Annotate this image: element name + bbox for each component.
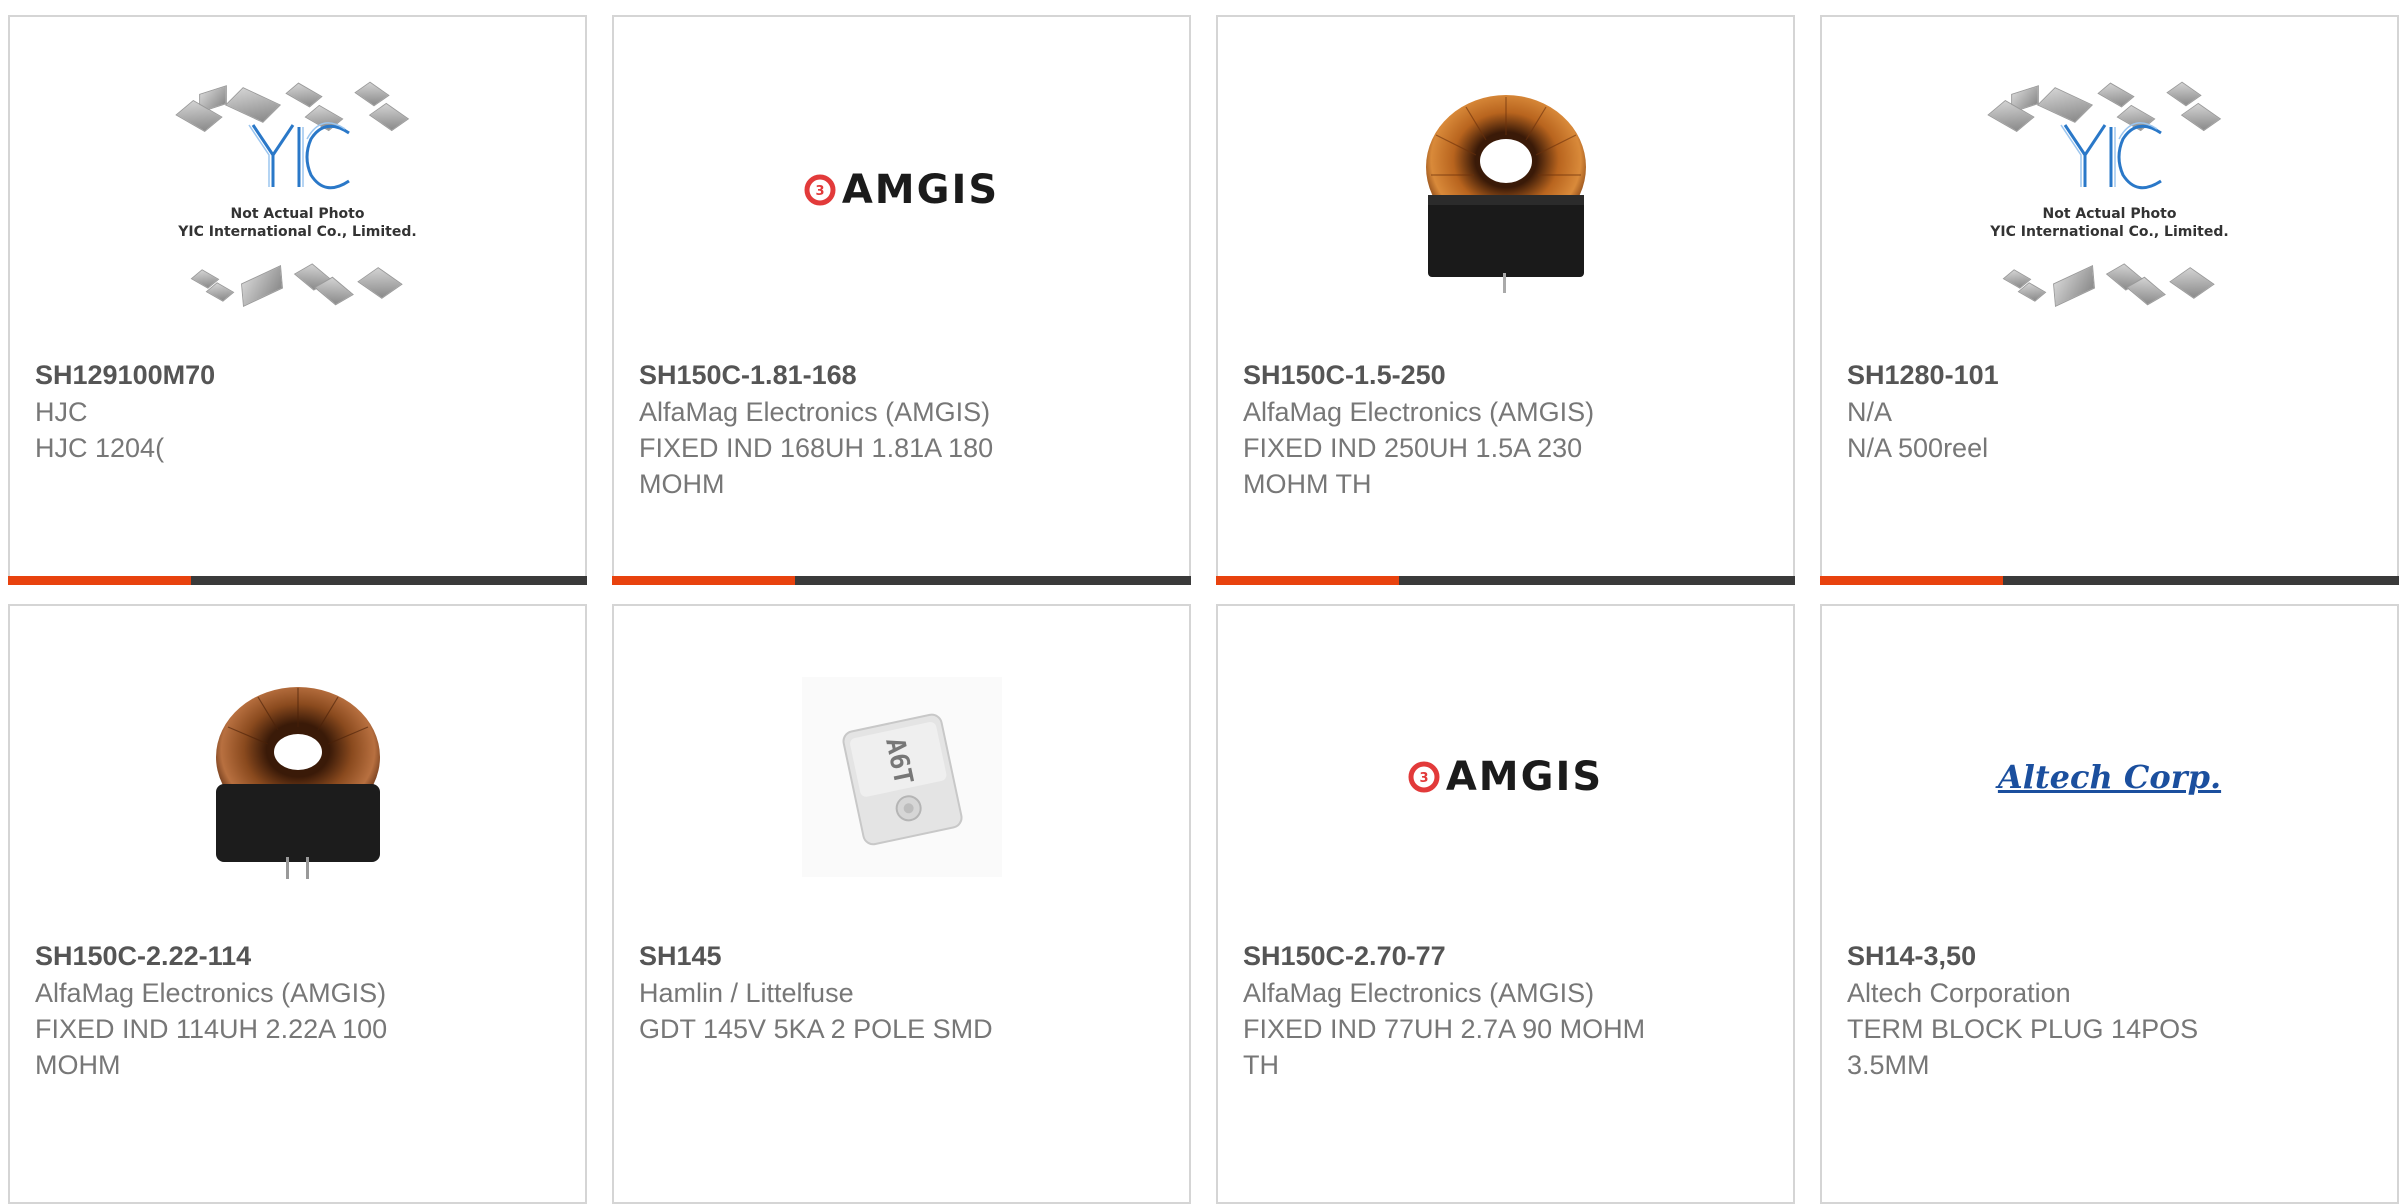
product-description: GDT 145V 5KA 2 POLE SMD (639, 1014, 993, 1044)
gdt-component-photo: A6T (801, 676, 1002, 877)
amgis-mark-icon: 3 (804, 174, 836, 205)
product-part-number[interactable]: SH1280-101 (1847, 357, 2367, 394)
product-description: N/A 500reel (1847, 433, 1989, 463)
product-part-number[interactable]: SH14-3,50 (1847, 938, 2367, 975)
toroid-inductor-photo (1425, 94, 1586, 293)
product-part-number[interactable]: SH150C-2.70-77 (1243, 938, 1763, 975)
product-description: TERM BLOCK PLUG 14POS (1847, 1014, 2199, 1044)
product-description-cont: MOHM (35, 1050, 121, 1080)
product-card[interactable]: Not Actual Photo YIC International Co., … (1820, 15, 2399, 585)
product-description: FIXED IND 250UH 1.5A 230 (1243, 433, 1583, 463)
svg-text:3: 3 (815, 184, 824, 199)
placeholder-caption-line2: YIC International Co., Limited. (1990, 224, 2229, 240)
product-part-number[interactable]: SH129100M70 (35, 357, 555, 394)
product-description-cont: MOHM TH (1243, 469, 1372, 499)
product-description: HJC 1204( (35, 433, 165, 463)
product-manufacturer: Hamlin / Littelfuse (639, 978, 854, 1008)
placeholder-caption-line2: YIC International Co., Limited. (178, 224, 417, 240)
product-card[interactable]: SH150C-2.22-114 AlfaMag Electronics (AMG… (8, 604, 587, 1204)
product-manufacturer: HJC (35, 397, 88, 427)
not-actual-photo-placeholder: Not Actual Photo YIC International Co., … (160, 67, 435, 312)
product-part-number[interactable]: SH150C-1.81-168 (639, 357, 1159, 394)
product-image[interactable]: Not Actual Photo YIC International Co., … (160, 67, 435, 312)
product-part-number[interactable]: SH150C-1.5-250 (1243, 357, 1763, 394)
placeholder-caption-line1: Not Actual Photo (230, 206, 365, 222)
product-image[interactable]: 3 AMGIS (1368, 654, 1643, 899)
product-part-number[interactable]: SH150C-2.22-114 (35, 938, 555, 975)
product-manufacturer: AlfaMag Electronics (AMGIS) (639, 397, 991, 427)
product-description: FIXED IND 168UH 1.81A 180 (639, 433, 994, 463)
product-card[interactable]: 3 AMGIS SH150C-1.81-168 AlfaMag Electron… (612, 15, 1191, 585)
yic-logo-icon (248, 122, 350, 190)
product-manufacturer: AlfaMag Electronics (AMGIS) (35, 978, 387, 1008)
toroid-inductor-photo (215, 686, 380, 879)
product-description-cont: 3.5MM (1847, 1050, 1930, 1080)
placeholder-caption-line1: Not Actual Photo (2042, 206, 2177, 222)
product-card[interactable]: Altech Corp. SH14-3,50 Altech Corporatio… (1820, 604, 2399, 1204)
amgis-logo: 3 AMGIS (804, 167, 999, 213)
product-card[interactable]: SH150C-1.5-250 AlfaMag Electronics (AMGI… (1216, 15, 1795, 585)
product-manufacturer: AlfaMag Electronics (AMGIS) (1243, 397, 1595, 427)
card-footer-bar (1216, 576, 1795, 585)
product-description-cont: TH (1243, 1050, 1279, 1080)
product-description: FIXED IND 77UH 2.7A 90 MOHM (1243, 1014, 1646, 1044)
product-manufacturer: AlfaMag Electronics (AMGIS) (1243, 978, 1595, 1008)
product-part-number[interactable]: SH145 (639, 938, 1159, 975)
card-footer-bar (1820, 576, 2399, 585)
amgis-logo-text: AMGIS (1445, 753, 1604, 800)
product-image[interactable] (1368, 67, 1643, 312)
yic-logo-icon (2060, 122, 2162, 190)
product-manufacturer: Altech Corporation (1847, 978, 2071, 1008)
amgis-logo-text: AMGIS (841, 166, 1000, 213)
product-image[interactable]: 3 AMGIS (764, 67, 1039, 312)
product-description-cont: MOHM (639, 469, 725, 499)
product-image[interactable]: Not Actual Photo YIC International Co., … (1972, 67, 2247, 312)
product-manufacturer: N/A (1847, 397, 1893, 427)
product-card[interactable]: 3 AMGIS SH150C-2.70-77 AlfaMag Electroni… (1216, 604, 1795, 1204)
product-image[interactable]: Altech Corp. (1972, 654, 2247, 899)
amgis-logo: 3 AMGIS (1408, 754, 1603, 800)
card-footer-bar (612, 576, 1191, 585)
product-card[interactable]: A6T SH145 Hamlin / Littelfuse GDT 145V 5… (612, 604, 1191, 1204)
product-image[interactable] (160, 654, 435, 899)
altech-logo: Altech Corp. (1997, 757, 2222, 796)
product-card[interactable]: Not Actual Photo YIC International Co., … (8, 15, 587, 585)
svg-text:3: 3 (1419, 771, 1428, 786)
not-actual-photo-placeholder: Not Actual Photo YIC International Co., … (1972, 67, 2247, 312)
product-image[interactable]: A6T (764, 654, 1039, 899)
product-description: FIXED IND 114UH 2.22A 100 (35, 1014, 388, 1044)
amgis-mark-icon: 3 (1408, 761, 1440, 792)
card-footer-bar (8, 576, 587, 585)
